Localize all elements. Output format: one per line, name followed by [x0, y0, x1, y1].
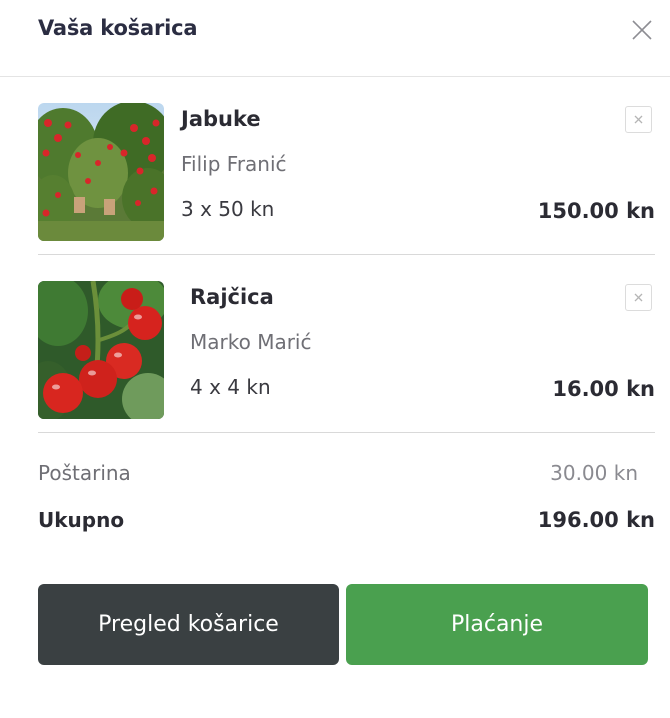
checkout-button[interactable]: Plaćanje: [346, 584, 648, 665]
item-quantity-price: 4 x 4 kn: [190, 375, 271, 399]
cart-panel: Vaša košarica Jabuke Filip Franić 3 x 50…: [0, 0, 670, 718]
cart-title: Vaša košarica: [38, 16, 198, 40]
item-seller: Filip Franić: [181, 152, 287, 176]
total-amount: 196.00 kn: [537, 508, 655, 532]
item-quantity-price: 3 x 50 kn: [181, 197, 275, 221]
product-image: [38, 103, 164, 241]
item-name: Rajčica: [190, 285, 274, 309]
total-label: Ukupno: [38, 508, 125, 532]
view-cart-button[interactable]: Pregled košarice: [38, 584, 339, 665]
item-seller: Marko Marić: [190, 330, 312, 354]
remove-icon: [634, 115, 643, 124]
cart-header: Vaša košarica: [0, 0, 670, 77]
shipping-label: Poštarina: [38, 461, 131, 485]
close-icon: [632, 20, 652, 40]
remove-item-button[interactable]: [625, 106, 652, 133]
product-image: [38, 281, 164, 419]
item-total: 16.00 kn: [552, 377, 655, 401]
cart-item: Jabuke Filip Franić 3 x 50 kn 150.00 kn: [38, 76, 655, 255]
close-button[interactable]: [628, 16, 656, 44]
remove-icon: [634, 293, 643, 302]
item-name: Jabuke: [181, 107, 261, 131]
remove-item-button[interactable]: [625, 284, 652, 311]
cart-item: Rajčica Marko Marić 4 x 4 kn 16.00 kn: [38, 254, 655, 433]
item-total: 150.00 kn: [537, 199, 655, 223]
tomato-plant-photo-icon: [38, 281, 164, 419]
shipping-amount: 30.00 kn: [550, 461, 638, 485]
apple-orchard-photo-icon: [38, 103, 164, 241]
